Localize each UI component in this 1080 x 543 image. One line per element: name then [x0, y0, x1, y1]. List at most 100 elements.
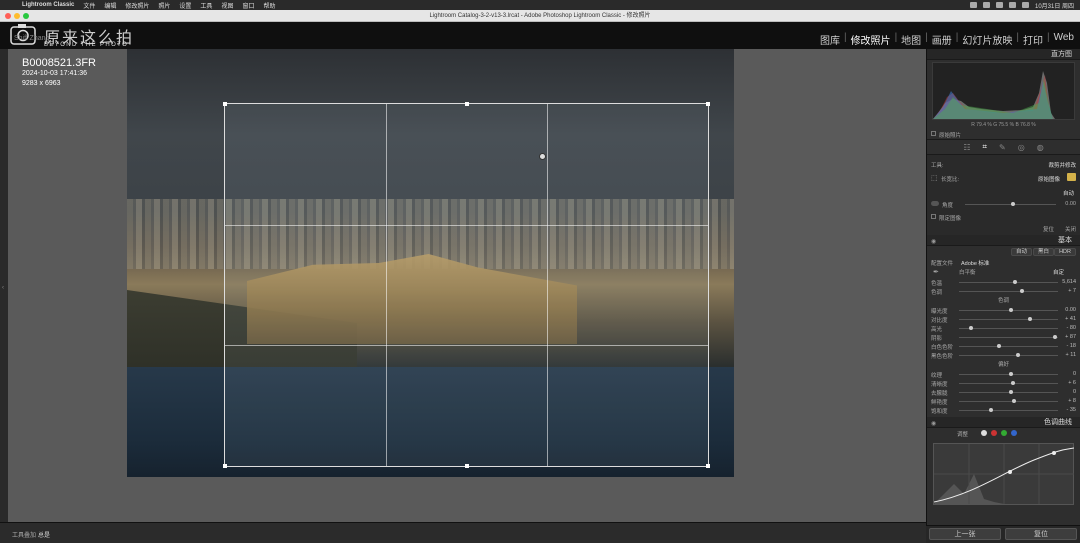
slider-knob[interactable] — [1011, 381, 1016, 385]
battery-icon[interactable] — [1008, 2, 1016, 8]
eyedropper-icon[interactable]: ✒ — [933, 268, 939, 276]
left-panel-toggle-icon[interactable]: ‹ — [2, 285, 4, 291]
slider-value[interactable]: - 35 — [1067, 407, 1076, 413]
menu-settings[interactable]: 设置 — [179, 1, 191, 10]
slider-knob[interactable] — [1008, 308, 1013, 312]
slider-value[interactable]: + 11 — [1066, 352, 1076, 358]
module-map[interactable]: 地图 — [901, 32, 921, 47]
straighten-tool-icon[interactable] — [931, 201, 939, 206]
adjust-slider[interactable] — [959, 335, 1058, 339]
slider-value[interactable]: + 41 — [1065, 316, 1076, 322]
crop-reset-button[interactable]: 复位 — [1043, 225, 1054, 233]
slider-value[interactable]: + 8 — [1068, 398, 1076, 404]
crop-handle[interactable] — [223, 102, 227, 106]
slider-knob[interactable] — [1016, 353, 1021, 357]
menu-develop[interactable]: 修改照片 — [125, 1, 149, 10]
slider-value[interactable]: + 6 — [1068, 380, 1076, 386]
wifi-icon[interactable] — [995, 2, 1003, 8]
slider-value[interactable]: - 18 — [1067, 343, 1076, 349]
wb-select[interactable]: 自定 — [1053, 268, 1064, 276]
status-icon[interactable] — [982, 2, 990, 8]
adjust-slider[interactable] — [959, 381, 1058, 385]
curve-blue-icon[interactable] — [1011, 430, 1017, 436]
module-web[interactable]: Web — [1054, 32, 1074, 47]
hdr-button[interactable]: HDR — [1054, 248, 1076, 256]
slider-knob[interactable] — [988, 408, 993, 412]
minimize-window-button[interactable] — [14, 13, 20, 19]
auto-tone-button[interactable]: 自动 — [1010, 248, 1032, 256]
original-photo-row[interactable]: 原始照片 — [927, 130, 1080, 139]
menu-edit[interactable]: 编辑 — [104, 1, 116, 10]
bw-button[interactable]: 黑白 — [1032, 248, 1054, 256]
adjust-slider[interactable] — [959, 317, 1058, 321]
menu-window[interactable]: 窗口 — [242, 1, 254, 10]
module-develop[interactable]: 修改照片 — [851, 32, 891, 47]
module-print[interactable]: 打印 — [1023, 32, 1043, 47]
edit-tool-icon[interactable]: ☷ — [963, 143, 970, 152]
mask-tool-icon[interactable]: ◍ — [1037, 143, 1044, 152]
histogram[interactable] — [932, 62, 1075, 120]
adjust-slider[interactable] — [959, 408, 1058, 412]
crop-handle[interactable] — [465, 102, 469, 106]
crop-overlay[interactable] — [223, 102, 710, 468]
slider-knob[interactable] — [996, 344, 1001, 348]
previous-button[interactable]: 上一张 — [929, 528, 1001, 540]
aspect-lock-icon[interactable] — [1067, 173, 1076, 181]
slider-knob[interactable] — [968, 326, 973, 330]
slider-value[interactable]: 0 — [1073, 389, 1076, 395]
menu-tools[interactable]: 工具 — [200, 1, 212, 10]
curve-red-icon[interactable] — [991, 430, 997, 436]
module-book[interactable]: 画册 — [932, 32, 952, 47]
slider-knob[interactable] — [1012, 399, 1017, 403]
menu-view[interactable]: 视图 — [221, 1, 233, 10]
crop-handle[interactable] — [465, 464, 469, 468]
slider-knob[interactable] — [1028, 317, 1033, 321]
slider-value[interactable]: - 80 — [1067, 325, 1076, 331]
menu-app[interactable]: Lightroom Classic — [22, 2, 74, 8]
left-panel-edge[interactable]: ‹ — [0, 49, 8, 522]
tone-curve-graph[interactable] — [933, 443, 1075, 505]
original-photo-checkbox[interactable] — [931, 131, 936, 136]
slider-knob[interactable] — [1008, 390, 1013, 394]
adjust-slider[interactable] — [959, 399, 1058, 403]
adjust-slider[interactable] — [959, 372, 1058, 376]
crop-frame-icon[interactable]: ⬚ — [931, 174, 938, 182]
menu-file[interactable]: 文件 — [83, 1, 95, 10]
module-library[interactable]: 图库 — [820, 32, 840, 47]
adjust-slider[interactable] — [959, 308, 1058, 312]
constrain-checkbox[interactable] — [931, 214, 936, 219]
reset-button[interactable]: 复位 — [1005, 528, 1077, 540]
angle-slider[interactable] — [965, 202, 1056, 206]
slider-value[interactable]: + 7 — [1068, 288, 1076, 294]
redeye-tool-icon[interactable]: ◎ — [1018, 143, 1025, 152]
crop-close-button[interactable]: 关闭 — [1065, 225, 1076, 233]
slider-knob[interactable] — [1013, 280, 1018, 284]
histogram-header[interactable]: 直方图 — [927, 49, 1080, 60]
menu-photo[interactable]: 照片 — [158, 1, 170, 10]
slider-knob[interactable] — [1053, 335, 1058, 339]
close-window-button[interactable] — [5, 13, 11, 19]
angle-slider-knob[interactable] — [1010, 202, 1015, 206]
curve-rgb-icon[interactable] — [981, 430, 987, 436]
adjust-slider[interactable] — [959, 353, 1058, 357]
slider-knob[interactable] — [1008, 372, 1013, 376]
slider-value[interactable]: 5,614 — [1062, 279, 1076, 285]
slider-value[interactable]: 0.00 — [1065, 307, 1076, 313]
adjust-slider[interactable] — [959, 326, 1058, 330]
crop-handle[interactable] — [223, 464, 227, 468]
curve-green-icon[interactable] — [1001, 430, 1007, 436]
menubar-clock[interactable]: 10月31日 周四 — [1035, 1, 1074, 10]
crop-handle[interactable] — [706, 464, 710, 468]
status-icon[interactable] — [969, 2, 977, 8]
crop-tool-icon[interactable]: ⌗ — [982, 142, 987, 152]
slider-value[interactable]: + 87 — [1065, 334, 1076, 340]
crop-auto-button[interactable]: 自动 — [1063, 189, 1074, 197]
tone-curve-header[interactable]: ◉ 色调曲线 — [927, 417, 1080, 428]
adjust-slider[interactable] — [959, 390, 1058, 394]
adjust-slider[interactable] — [959, 289, 1058, 293]
crop-handle[interactable] — [706, 102, 710, 106]
adjust-slider[interactable] — [959, 344, 1058, 348]
profile-select[interactable]: Adobe 标准 — [961, 259, 989, 267]
slider-knob[interactable] — [1020, 289, 1025, 293]
heal-tool-icon[interactable]: ✎ — [999, 143, 1006, 152]
